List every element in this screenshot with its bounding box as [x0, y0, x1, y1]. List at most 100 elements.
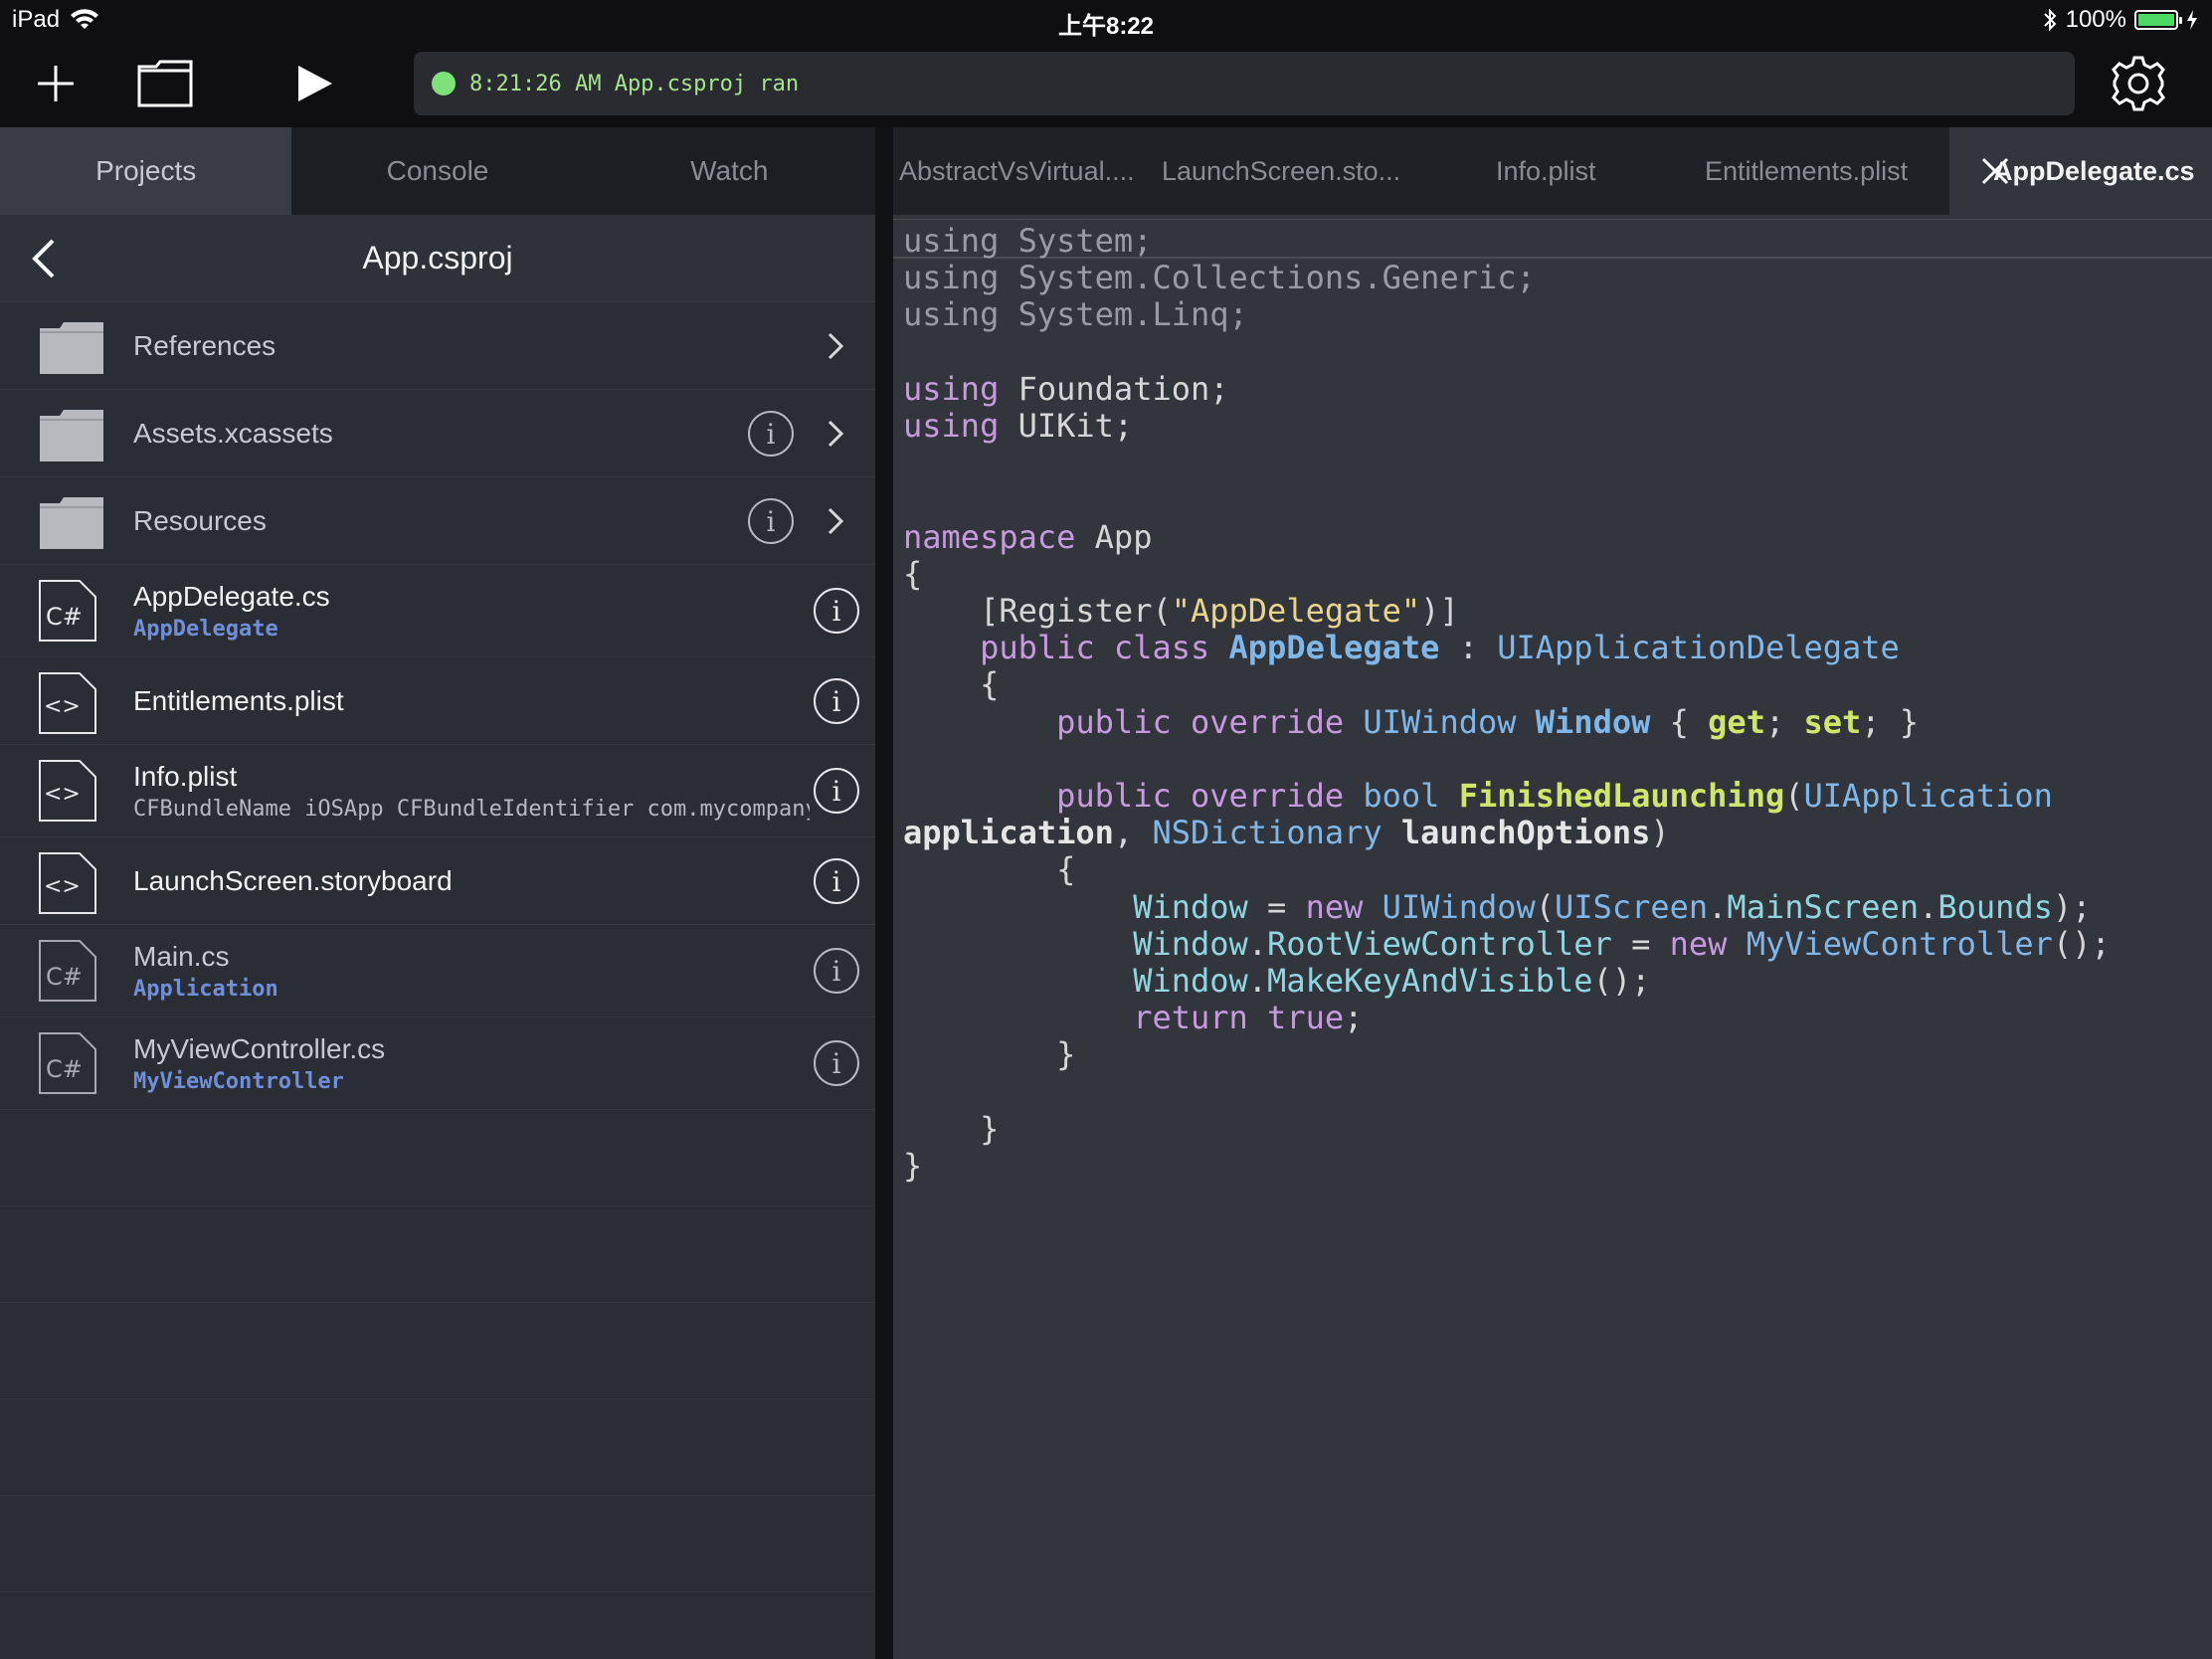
list-item-infoplist[interactable]: <> Info.plist CFBundleName iOSApp CFBund… [0, 745, 875, 837]
code-line: Window.RootViewController = new MyViewCo… [1133, 924, 2111, 963]
folder-icon [40, 497, 103, 549]
split-divider[interactable] [875, 127, 893, 1659]
svg-text:C#: C# [46, 603, 83, 631]
clock: 上午8:22 [1057, 13, 1155, 40]
back-button[interactable] [18, 233, 70, 284]
editor-tab-label: AppDelegate.cs [1993, 155, 2195, 186]
editor-tab[interactable]: LaunchScreen.sto... [1162, 127, 1420, 215]
code-line: public override UIWindow Window { get; s… [1056, 702, 1920, 741]
code-line: public override bool FinishedLaunching(U… [1056, 777, 2053, 816]
chevron-right-icon [828, 420, 844, 448]
run-button[interactable] [282, 52, 346, 115]
chevron-right-icon [828, 507, 844, 535]
list-item-entitlements[interactable]: <> Entitlements.plist i [0, 657, 875, 745]
list-item-assets[interactable]: Assets.xcassets i [0, 390, 875, 477]
svg-text:<>: <> [44, 694, 81, 719]
file-subtitle: Application [133, 977, 278, 1002]
info-button[interactable]: i [814, 678, 859, 724]
file-subtitle: CFBundleName iOSApp CFBundleIdentifier c… [133, 797, 810, 822]
plus-icon [38, 66, 74, 101]
empty-row [0, 1399, 875, 1496]
add-button[interactable] [24, 52, 88, 115]
file-name: AppDelegate.cs [133, 581, 330, 612]
csharp-file-icon: C# [39, 580, 96, 642]
status-message: 8:21:26 AM App.csproj ran [469, 71, 800, 96]
file-subtitle: AppDelegate [133, 617, 278, 642]
settings-button[interactable] [2107, 52, 2170, 115]
code-editor: AbstractVsVirtual.... LaunchScreen.sto..… [893, 127, 2212, 1659]
list-item-resources[interactable]: Resources i [0, 477, 875, 565]
file-name: Resources [133, 505, 267, 536]
code-line: { [903, 850, 1076, 889]
battery-percent: 100% [2065, 6, 2126, 33]
navigator-tabs: Projects Console Watch [0, 127, 875, 215]
info-button[interactable]: i [814, 1040, 859, 1086]
navigation-header: App.csproj [0, 215, 875, 302]
open-folder-button[interactable] [133, 52, 197, 115]
editor-tab[interactable]: Entitlements.plist [1705, 127, 1943, 215]
info-button[interactable]: i [748, 411, 794, 457]
code-text[interactable]: using System; using System.Collections.Ge… [903, 222, 2111, 1186]
code-line: [Register("AppDelegate")] [903, 592, 1459, 631]
editor-tabs: AbstractVsVirtual.... LaunchScreen.sto..… [893, 127, 2212, 215]
code-line: { [903, 554, 923, 593]
code-line: using Foundation; [903, 369, 1229, 408]
code-line: using UIKit; [903, 407, 1134, 446]
list-item-references[interactable]: References [0, 302, 875, 390]
file-name: Entitlements.plist [133, 685, 344, 716]
folder-icon [137, 60, 193, 107]
editor-tab[interactable]: Info.plist [1496, 127, 1655, 215]
code-line: Window.MakeKeyAndVisible(); [1133, 962, 1651, 1001]
tab-watch[interactable]: Watch [584, 127, 875, 215]
code-line: } [903, 1147, 923, 1186]
info-button[interactable]: i [748, 498, 794, 544]
code-line: } [903, 1109, 1000, 1148]
code-line: namespace App [903, 517, 1153, 556]
svg-text:<>: <> [44, 782, 81, 807]
status-indicator [432, 72, 456, 95]
list-item-appdelegate[interactable]: C# AppDelegate.cs AppDelegate i [0, 565, 875, 657]
bluetooth-icon [2043, 8, 2057, 32]
list-item-myviewcontroller[interactable]: C# MyViewController.cs MyViewController … [0, 1017, 875, 1110]
code-line: using System.Collections.Generic; [903, 259, 1536, 297]
editor-tab[interactable]: AbstractVsVirtual.... [899, 127, 1158, 215]
xml-file-icon: <> [39, 760, 96, 822]
close-icon[interactable] [1977, 153, 2013, 189]
empty-row [0, 1496, 875, 1592]
file-name: References [133, 330, 276, 361]
file-list: References Assets.xcassets i Resources i… [0, 302, 875, 1592]
list-item-main[interactable]: C# Main.cs Application i [0, 925, 875, 1017]
code-line: } [903, 1035, 1076, 1074]
file-name: LaunchScreen.storyboard [133, 865, 453, 896]
info-button[interactable]: i [814, 858, 859, 904]
toolbar: 8:21:26 AM App.csproj ran [0, 40, 2212, 127]
info-button[interactable]: i [814, 948, 859, 994]
list-item-launchscreen[interactable]: <> LaunchScreen.storyboard i [0, 837, 875, 925]
code-line: public class AppDelegate : UIApplication… [980, 629, 1900, 667]
file-name: Main.cs [133, 941, 230, 972]
csharp-file-icon: C# [39, 1032, 96, 1094]
empty-row [0, 1206, 875, 1303]
code-line: return true; [1133, 999, 1364, 1037]
file-name: MyViewController.cs [133, 1033, 386, 1064]
editor-tab-active[interactable]: AppDelegate.cs [1949, 127, 2212, 215]
svg-text:C#: C# [46, 1055, 83, 1083]
chevron-left-icon [32, 239, 55, 278]
battery-icon [2134, 10, 2182, 30]
info-button[interactable]: i [814, 768, 859, 814]
tab-projects[interactable]: Projects [0, 127, 292, 215]
code-line: using System; [903, 222, 1153, 260]
file-name: Assets.xcassets [133, 418, 333, 449]
charging-icon [2187, 10, 2197, 30]
svg-text:C#: C# [46, 963, 83, 991]
info-button[interactable]: i [814, 588, 859, 634]
tab-console[interactable]: Console [291, 127, 583, 215]
folder-icon [40, 322, 103, 374]
gear-icon [2112, 56, 2165, 111]
code-line: { [903, 665, 1000, 704]
project-title: App.csproj [362, 240, 513, 276]
